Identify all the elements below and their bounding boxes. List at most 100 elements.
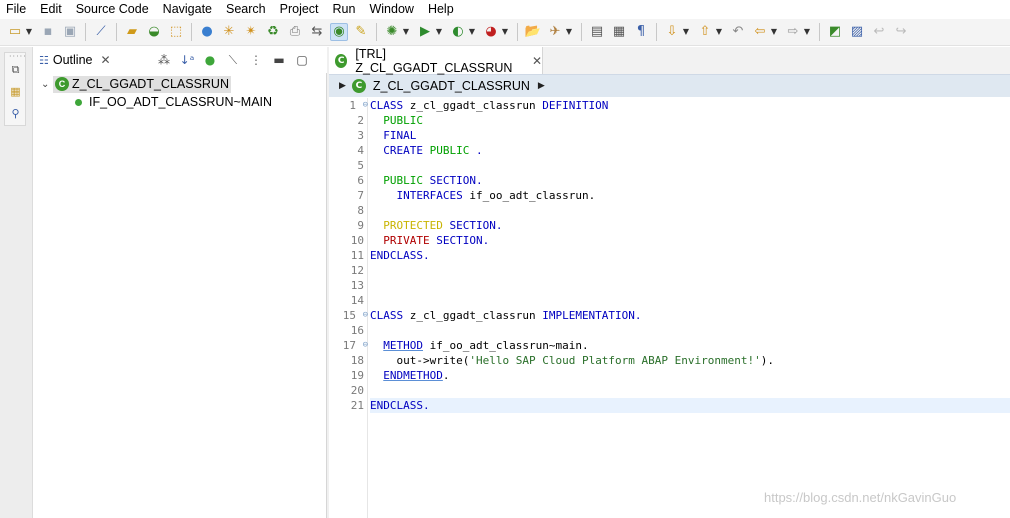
hide-fields-icon[interactable]: ⟍: [224, 51, 242, 69]
close-icon[interactable]: ✕: [100, 53, 110, 67]
restore-icon[interactable]: ⧉: [9, 63, 22, 76]
fold-toggle-icon[interactable]: ⊖: [360, 341, 368, 350]
next-annotation-dropdown-icon[interactable]: ▼: [682, 23, 690, 41]
menu-file[interactable]: File: [0, 0, 33, 18]
code-line[interactable]: [370, 278, 1010, 293]
menu-run[interactable]: Run: [326, 0, 363, 18]
last-edit-icon[interactable]: ↶: [729, 23, 747, 41]
close-icon[interactable]: ✕: [532, 54, 542, 68]
code-text[interactable]: CLASS z_cl_ggadt_classrun DEFINITION PUB…: [370, 98, 1010, 413]
code-line[interactable]: INTERFACES if_oo_adt_classrun.: [370, 188, 1010, 203]
code-line[interactable]: [370, 323, 1010, 338]
code-line[interactable]: [370, 158, 1010, 173]
chevron-right-icon[interactable]: ▶: [538, 81, 545, 91]
tree-node-class[interactable]: ⌄ C Z_CL_GGADT_CLASSRUN: [35, 75, 325, 93]
transport-icon[interactable]: ⇆: [308, 23, 326, 41]
code-line[interactable]: ENDCLASS.: [370, 248, 1010, 263]
new-icon[interactable]: ▭: [6, 23, 24, 41]
print-icon[interactable]: ⎙: [286, 23, 304, 41]
breadcrumb-item[interactable]: Z_CL_GGADT_CLASSRUN: [373, 79, 530, 93]
refresh-icon[interactable]: ♻: [264, 23, 282, 41]
code-line[interactable]: PROTECTED SECTION.: [370, 218, 1010, 233]
outline-tab-title[interactable]: ☷ Outline ✕: [39, 53, 111, 67]
tree-node-selected[interactable]: C Z_CL_GGADT_CLASSRUN: [53, 75, 231, 93]
code-line[interactable]: out->write('Hello SAP Cloud Platform ABA…: [370, 353, 1010, 368]
filter-members-icon[interactable]: ⁂: [155, 51, 173, 69]
previous-annotation-dropdown-icon[interactable]: ▼: [715, 23, 723, 41]
back-dropdown-icon[interactable]: ▼: [770, 23, 778, 41]
bug-icon[interactable]: ✺: [383, 23, 401, 41]
menu-edit[interactable]: Edit: [33, 0, 69, 18]
search-object-icon[interactable]: ⬚: [167, 23, 185, 41]
activate-all-icon[interactable]: ✴: [242, 23, 260, 41]
redo-icon[interactable]: ↪: [892, 23, 910, 41]
task-icon[interactable]: ▤: [588, 23, 606, 41]
code-line[interactable]: [370, 293, 1010, 308]
save-icon[interactable]: ▪: [39, 23, 57, 41]
menu-navigate[interactable]: Navigate: [156, 0, 219, 18]
code-line[interactable]: [370, 383, 1010, 398]
search-view-icon[interactable]: ⚲: [9, 107, 22, 120]
code-line[interactable]: CLASS z_cl_ggadt_classrun DEFINITION: [370, 98, 1010, 113]
open-folder-icon[interactable]: 📂: [524, 23, 542, 41]
next-annotation-icon[interactable]: ⇩: [663, 23, 681, 41]
menu-search[interactable]: Search: [219, 0, 273, 18]
code-line[interactable]: ENDMETHOD.: [370, 368, 1010, 383]
drag-handle-icon[interactable]: ·····: [9, 53, 27, 61]
code-line[interactable]: [370, 203, 1010, 218]
code-line[interactable]: ENDCLASS.: [370, 398, 1010, 413]
code-area[interactable]: 1 ⊖ 2 3 4 5 6 7 8 9 10 11 12 13 14 15 ⊖ 16 17 ⊖ 18 19 20 21 CLA…: [329, 98, 1010, 518]
check-icon[interactable]: ●: [198, 23, 216, 41]
minimize-icon[interactable]: ▬: [270, 51, 288, 69]
link-icon[interactable]: ⟋: [92, 23, 110, 41]
code-line[interactable]: METHOD if_oo_adt_classrun~main.: [370, 338, 1010, 353]
highlight-icon[interactable]: ✎: [352, 23, 370, 41]
hide-non-public-icon[interactable]: ●: [201, 51, 219, 69]
sort-az-icon[interactable]: ↓ᵃ: [178, 51, 196, 69]
pin-icon[interactable]: ✈: [546, 23, 564, 41]
back-icon[interactable]: ⇦: [751, 23, 769, 41]
forward-icon[interactable]: ⇨: [784, 23, 802, 41]
maximize-icon[interactable]: ▢: [293, 51, 311, 69]
open-type-icon[interactable]: ▰: [123, 23, 141, 41]
debug-dropdown-icon[interactable]: ▼: [402, 23, 410, 41]
activate-icon[interactable]: ✳: [220, 23, 238, 41]
coverage-icon[interactable]: ◐: [449, 23, 467, 41]
menu-source-code[interactable]: Source Code: [69, 0, 156, 18]
previous-annotation-icon[interactable]: ⇧: [696, 23, 714, 41]
fold-toggle-icon[interactable]: ⊖: [360, 101, 368, 110]
code-line[interactable]: PRIVATE SECTION.: [370, 233, 1010, 248]
code-line[interactable]: PUBLIC SECTION.: [370, 173, 1010, 188]
run-icon[interactable]: ▶: [416, 23, 434, 41]
chevron-right-icon[interactable]: ▶: [339, 81, 346, 91]
new-dropdown-icon[interactable]: ▼: [25, 23, 33, 41]
external-tools-icon[interactable]: ◕: [482, 23, 500, 41]
tree-node-method[interactable]: IF_OO_ADT_CLASSRUN~MAIN: [35, 93, 325, 111]
code-line[interactable]: CLASS z_cl_ggadt_classrun IMPLEMENTATION…: [370, 308, 1010, 323]
outline-tab[interactable]: ☷ Outline ✕ ⁂ ↓ᵃ ● ⟍ ⋮ ▬ ▢: [35, 47, 327, 73]
coverage-dropdown-icon[interactable]: ▼: [468, 23, 476, 41]
fold-toggle-icon[interactable]: ⊖: [360, 311, 368, 320]
code-line[interactable]: CREATE PUBLIC .: [370, 143, 1010, 158]
view-menu-icon[interactable]: ⋮: [247, 51, 265, 69]
external-tools-dropdown-icon[interactable]: ▼: [501, 23, 509, 41]
save-all-icon[interactable]: ▣: [61, 23, 79, 41]
task-list-icon[interactable]: ▦: [610, 23, 628, 41]
chevron-down-icon[interactable]: ⌄: [41, 79, 53, 90]
pin-dropdown-icon[interactable]: ▼: [565, 23, 573, 41]
menu-window[interactable]: Window: [362, 0, 420, 18]
code-line[interactable]: PUBLIC: [370, 113, 1010, 128]
project-explorer-icon[interactable]: ▦: [9, 85, 22, 98]
pilcrow-icon[interactable]: ¶: [632, 23, 650, 41]
package-icon[interactable]: ◒: [145, 23, 163, 41]
undo-icon[interactable]: ↩: [870, 23, 888, 41]
image-icon[interactable]: ▨: [848, 23, 866, 41]
pretty-printer-icon[interactable]: ◉: [330, 23, 348, 41]
menu-project[interactable]: Project: [273, 0, 326, 18]
menu-help[interactable]: Help: [421, 0, 461, 18]
editor-tab-active[interactable]: C [TRL] Z_CL_GGADT_CLASSRUN ✕: [329, 47, 543, 75]
new-window-icon[interactable]: ◩: [826, 23, 844, 41]
code-line[interactable]: [370, 263, 1010, 278]
run-dropdown-icon[interactable]: ▼: [435, 23, 443, 41]
forward-dropdown-icon[interactable]: ▼: [803, 23, 811, 41]
